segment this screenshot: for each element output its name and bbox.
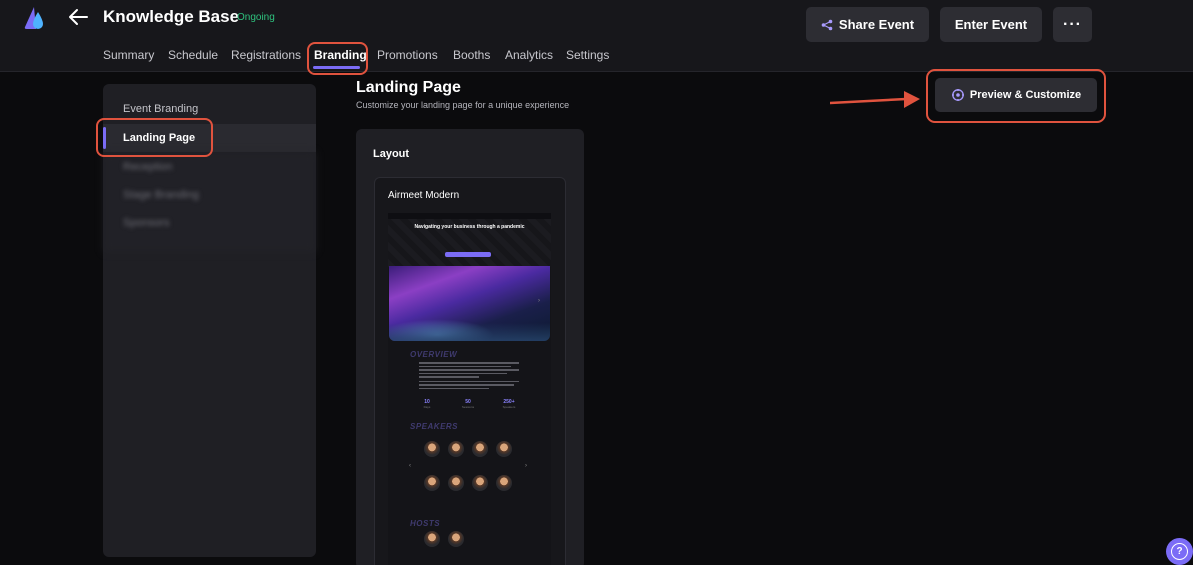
mini-next-arrow-icon: ›: [525, 463, 527, 469]
customize-icon: [951, 89, 964, 101]
tab-registrations[interactable]: Registrations: [231, 48, 301, 62]
mini-section-hosts: HOSTS: [410, 519, 441, 528]
tab-summary[interactable]: Summary: [103, 48, 154, 62]
sidebar-item-reception[interactable]: Reception: [103, 153, 316, 181]
tab-booths[interactable]: Booths: [453, 48, 490, 62]
top-bar: Knowledge Base Ongoing Share Event Enter…: [0, 0, 1193, 72]
enter-event-label: Enter Event: [954, 17, 1028, 32]
mini-overview-text: [419, 362, 519, 391]
layout-title: Layout: [373, 148, 410, 160]
mini-hero-title: Navigating your business through a pande…: [414, 224, 525, 230]
mini-speaker-avatar: [448, 475, 464, 491]
share-event-label: Share Event: [838, 17, 915, 32]
sidebar-item-label: Sponsors: [123, 217, 170, 229]
page-subtitle: Customize your landing page for a unique…: [356, 100, 570, 110]
mini-stat-days: 10 Days: [423, 399, 431, 409]
layout-card: Layout Airmeet Modern Navigating your bu…: [356, 129, 584, 565]
preview-customize-label: Preview & Customize: [969, 89, 1082, 101]
status-badge: Ongoing: [237, 12, 275, 23]
mini-host-avatar: [424, 531, 440, 547]
help-icon: ?: [1171, 543, 1188, 560]
tab-schedule[interactable]: Schedule: [168, 48, 218, 62]
active-tab-indicator: [313, 66, 360, 69]
sidebar-item-event-branding[interactable]: Event Branding: [103, 95, 316, 123]
mini-section-overview: OVERVIEW: [410, 350, 458, 359]
mini-speaker-avatar: [424, 475, 440, 491]
mini-stat-speakers: 250+ Speakers: [502, 399, 516, 409]
back-arrow-icon[interactable]: [66, 5, 92, 29]
mini-hero-image: [389, 266, 550, 341]
mini-speaker-avatar: [472, 475, 488, 491]
tab-branding[interactable]: Branding: [314, 48, 367, 62]
branding-sidebar: Event Branding Landing Page Reception St…: [103, 84, 316, 557]
tab-analytics[interactable]: Analytics: [505, 48, 553, 62]
template-name: Airmeet Modern: [388, 190, 460, 201]
sidebar-item-stage-branding[interactable]: Stage Branding: [103, 181, 316, 209]
sidebar-item-label: Reception: [123, 161, 173, 173]
mini-speaker-avatar: [448, 441, 464, 457]
template-card-airmeet-modern[interactable]: Airmeet Modern Navigating your business …: [374, 177, 566, 565]
more-icon: ···: [1063, 15, 1082, 33]
sidebar-item-label: Landing Page: [123, 132, 196, 144]
tab-promotions[interactable]: Promotions: [377, 48, 438, 62]
more-options-button[interactable]: ···: [1053, 7, 1092, 42]
share-event-button[interactable]: Share Event: [806, 7, 929, 42]
mini-speaker-avatar: [496, 475, 512, 491]
sidebar-item-label: Stage Branding: [123, 189, 199, 201]
mini-carousel-arrow-icon: ›: [538, 298, 540, 304]
airmeet-logo-icon[interactable]: [24, 6, 50, 30]
event-title: Knowledge Base: [103, 7, 240, 26]
mini-prev-arrow-icon: ‹: [409, 463, 411, 469]
preview-customize-button[interactable]: Preview & Customize: [935, 78, 1097, 112]
page-title: Landing Page: [356, 79, 461, 96]
sidebar-item-landing-page[interactable]: Landing Page: [103, 124, 316, 152]
mini-cta-button: [445, 252, 491, 257]
sidebar-item-sponsors[interactable]: Sponsors: [103, 209, 316, 237]
mini-stat-sessions: 50 Sessions: [461, 399, 475, 409]
share-icon: [821, 19, 833, 30]
mini-section-speakers: SPEAKERS: [410, 422, 459, 431]
mini-speaker-avatar: [472, 441, 488, 457]
template-preview-thumbnail: Navigating your business through a pande…: [388, 213, 551, 565]
sidebar-item-label: Event Branding: [123, 103, 199, 115]
help-button[interactable]: ?: [1166, 538, 1193, 565]
annotation-arrow: [828, 90, 922, 115]
mini-speaker-avatar: [496, 441, 512, 457]
tab-settings[interactable]: Settings: [566, 48, 609, 62]
mini-host-avatar: [448, 531, 464, 547]
mini-speaker-avatar: [424, 441, 440, 457]
enter-event-button[interactable]: Enter Event: [940, 7, 1042, 42]
